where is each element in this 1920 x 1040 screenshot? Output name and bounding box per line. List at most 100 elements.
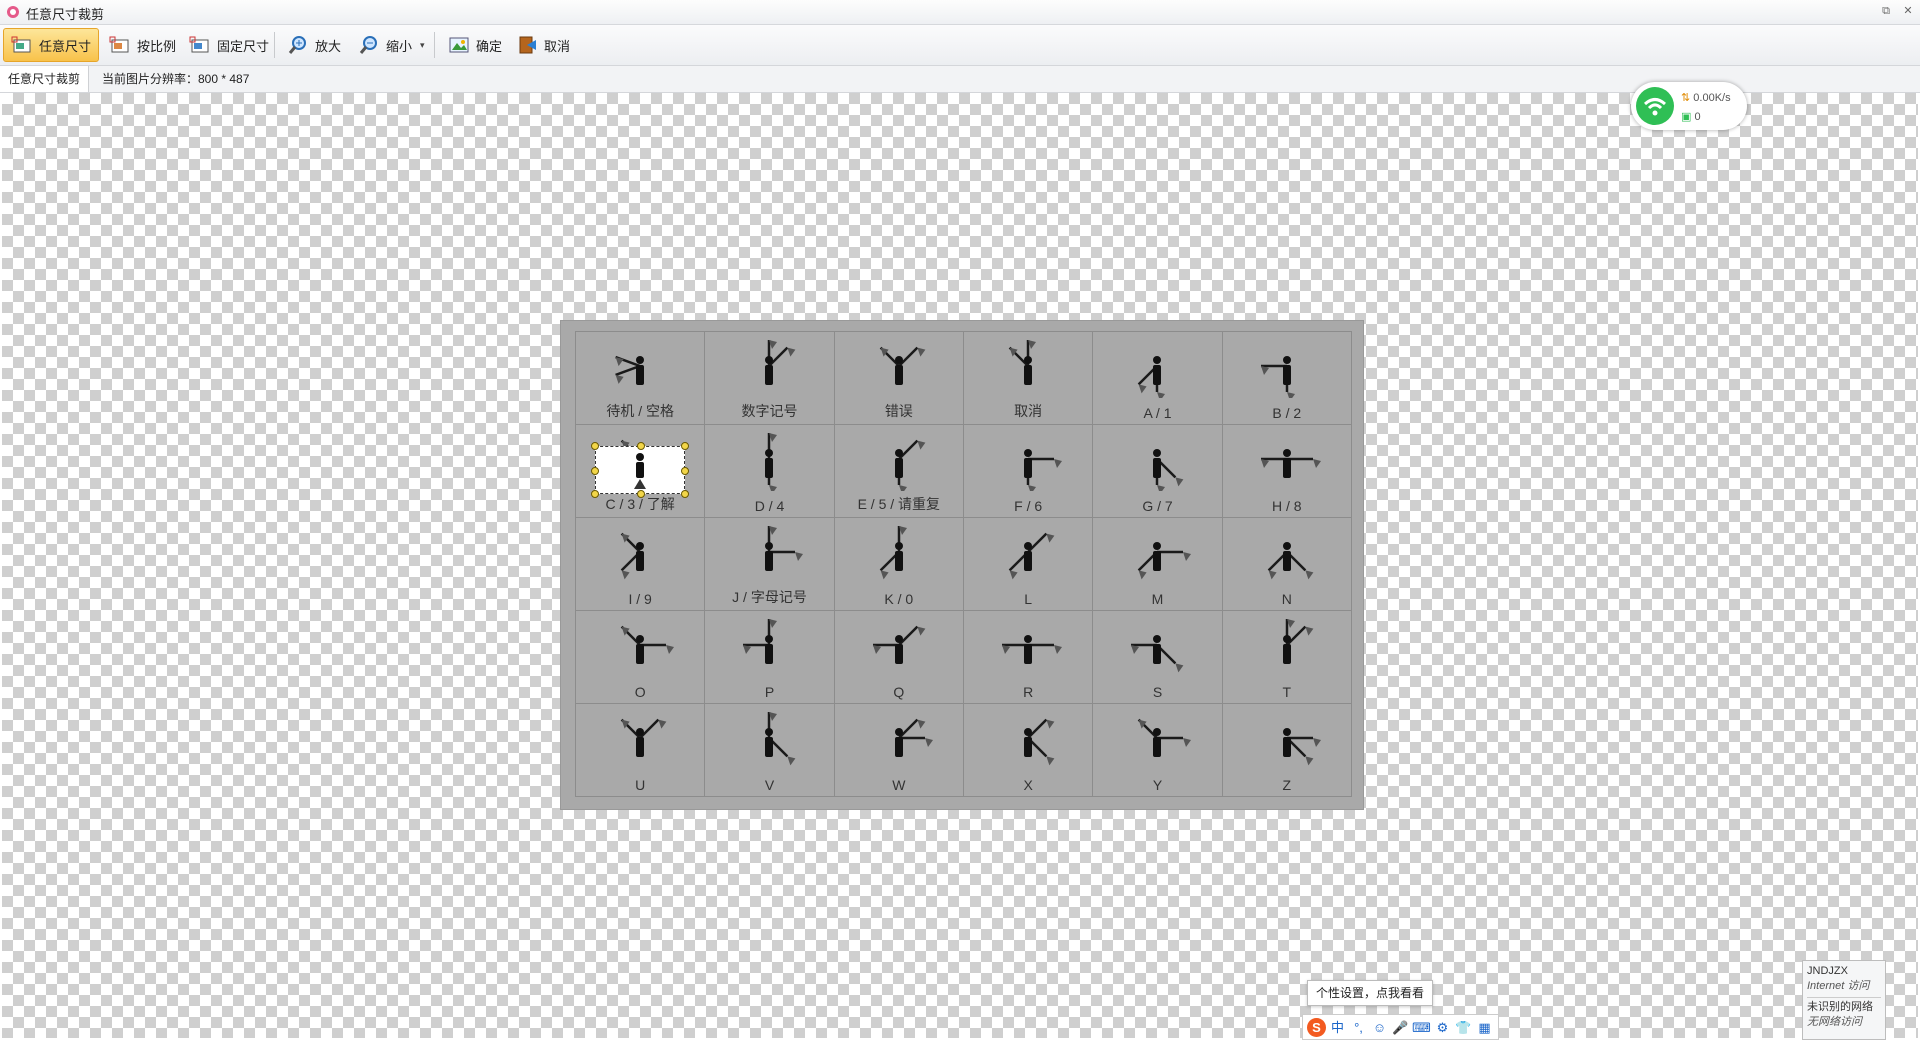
semaphore-cell: 数字记号	[705, 332, 835, 425]
restore-button[interactable]: ⧉	[1878, 3, 1894, 19]
semaphore-cell: P	[705, 611, 835, 704]
semaphore-label: E / 5 / 请重复	[857, 496, 941, 512]
semaphore-figure-icon	[1131, 635, 1184, 673]
semaphore-cell: H / 8	[1222, 425, 1352, 518]
crop-handle[interactable]	[591, 467, 599, 475]
zoom-out-label: 缩小	[386, 38, 413, 54]
crop-handle[interactable]	[681, 467, 689, 475]
semaphore-image[interactable]: 待机 / 空格 数字记号 错误 取消 A / 1 B / 2 C / 3 / 了…	[561, 321, 1363, 809]
semaphore-label: U	[635, 777, 646, 793]
semaphore-cell: M	[1093, 518, 1223, 611]
network-internet-status: Internet 访问	[1807, 980, 1870, 992]
cancel-label: 取消	[544, 38, 571, 54]
semaphore-label: 取消	[1014, 403, 1043, 419]
ime-tool-icon[interactable]: 中	[1328, 1018, 1347, 1037]
status-row: 任意尺寸裁剪 当前图片分辨率：800 * 487	[0, 66, 1920, 93]
crop-handle[interactable]	[681, 490, 689, 498]
ime-tool-icon[interactable]: 👕	[1454, 1018, 1473, 1037]
zoom-in-button[interactable]: 放大	[279, 28, 349, 62]
semaphore-label: P	[764, 684, 775, 700]
semaphore-cell: 取消	[963, 332, 1094, 425]
crop-mode-tab[interactable]: 任意尺寸裁剪	[0, 66, 90, 92]
ime-toolbar[interactable]: S 中 °, ☺ 🎤 ⌨ ⚙ 👕 ▦	[1302, 1014, 1499, 1040]
app-icon	[7, 6, 19, 18]
semaphore-label: D / 4	[754, 498, 785, 514]
crop-fixed-icon	[189, 36, 209, 53]
updown-arrow-icon: ⇅	[1681, 92, 1691, 104]
semaphore-figure-icon	[765, 712, 796, 766]
confirm-button[interactable]: 确定	[440, 28, 510, 62]
ime-tool-icon[interactable]: ⚙	[1433, 1018, 1452, 1037]
title-bar: 任意尺寸裁剪 ⧉ ✕	[0, 0, 1920, 25]
semaphore-label: Z	[1282, 777, 1292, 793]
crop-free-icon	[11, 36, 31, 53]
semaphore-label: B / 2	[1272, 405, 1302, 421]
confirm-label: 确定	[476, 38, 503, 54]
resolution-text: 当前图片分辨率：800 * 487	[102, 72, 250, 86]
semaphore-cell: S	[1093, 611, 1223, 704]
network-status-toast[interactable]: JNDJZX Internet 访问 未识别的网络 无网络访问	[1802, 960, 1886, 1040]
zoom-dropdown-caret-icon[interactable]: ▾	[420, 40, 425, 51]
semaphore-cell: X	[963, 704, 1094, 797]
semaphore-figure-icon	[1282, 619, 1314, 664]
semaphore-cell: N	[1222, 518, 1352, 611]
crop-fixed-label: 固定尺寸	[217, 38, 270, 54]
semaphore-label: 待机 / 空格	[606, 403, 674, 419]
semaphore-label: H / 8	[1272, 498, 1302, 514]
crop-ratio-button[interactable]: 按比例	[101, 28, 184, 62]
close-button[interactable]: ✕	[1900, 3, 1916, 19]
semaphore-label: J / 字母记号	[732, 589, 807, 605]
zoom-out-button[interactable]: 缩小	[350, 28, 420, 62]
semaphore-figure-icon	[1282, 728, 1321, 766]
semaphore-cell: I / 9	[576, 518, 706, 611]
semaphore-cell: D / 4	[705, 425, 835, 518]
network-speed-widget[interactable]: ⇅ 0.00K/s ▣ 0	[1631, 82, 1747, 130]
zoom-out-icon	[359, 36, 377, 54]
window-title: 任意尺寸裁剪	[26, 7, 105, 22]
semaphore-figure-icon	[1002, 635, 1063, 664]
crop-free-button[interactable]: 任意尺寸	[3, 28, 100, 62]
semaphore-cell: 待机 / 空格	[576, 332, 706, 425]
semaphore-label: 数字记号	[741, 403, 798, 419]
semaphore-figure-icon	[1260, 356, 1295, 398]
crop-ratio-label: 按比例	[137, 38, 177, 54]
image-canvas[interactable]: 待机 / 空格 数字记号 错误 取消 A / 1 B / 2 C / 3 / 了…	[2, 93, 1918, 1038]
semaphore-figure-icon	[1153, 449, 1184, 491]
semaphore-figure-icon	[1138, 356, 1166, 398]
ime-tool-icon[interactable]: ⌨	[1412, 1018, 1431, 1037]
crop-fixed-button[interactable]: 固定尺寸	[181, 28, 277, 62]
network-no-access: 无网络访问	[1807, 1016, 1862, 1028]
sogou-logo-icon[interactable]: S	[1307, 1017, 1326, 1037]
semaphore-grid: 待机 / 空格 数字记号 错误 取消 A / 1 B / 2 C / 3 / 了…	[575, 331, 1352, 797]
semaphore-figure-icon	[1024, 449, 1063, 491]
ime-tool-icon[interactable]: °,	[1349, 1018, 1368, 1037]
speed-value: 0.00K/s	[1693, 92, 1731, 104]
semaphore-figure-icon	[894, 718, 933, 757]
semaphore-label: N	[1281, 591, 1292, 607]
crop-handle[interactable]	[637, 442, 645, 450]
crop-handle[interactable]	[591, 490, 599, 498]
semaphore-figure-icon	[765, 526, 804, 571]
semaphore-cell: W	[834, 704, 964, 797]
ime-tool-icon[interactable]: ▦	[1475, 1018, 1494, 1037]
semaphore-figure-icon	[1260, 449, 1321, 478]
cancel-button[interactable]: 取消	[508, 28, 578, 62]
zoom-in-icon	[288, 36, 306, 54]
semaphore-figure-icon	[1008, 532, 1055, 580]
ime-tool-icon[interactable]: ☺	[1370, 1018, 1389, 1037]
semaphore-figure-icon	[1138, 542, 1192, 580]
semaphore-cell: A / 1	[1093, 332, 1223, 425]
ime-tool-icon[interactable]: 🎤	[1391, 1018, 1410, 1037]
semaphore-figure-icon	[765, 433, 778, 491]
semaphore-label: O	[634, 684, 646, 700]
semaphore-label: V	[764, 777, 775, 793]
crop-handle[interactable]	[591, 442, 599, 450]
crop-selection[interactable]	[591, 442, 689, 498]
crop-handle[interactable]	[637, 490, 645, 498]
semaphore-label: L	[1024, 591, 1033, 607]
crop-handle[interactable]	[681, 442, 689, 450]
network-speed: ⇅ 0.00K/s	[1681, 91, 1731, 104]
semaphore-cell: L	[963, 518, 1094, 611]
semaphore-figure-icon	[879, 526, 907, 580]
network-name: JNDJZX	[1807, 965, 1848, 977]
